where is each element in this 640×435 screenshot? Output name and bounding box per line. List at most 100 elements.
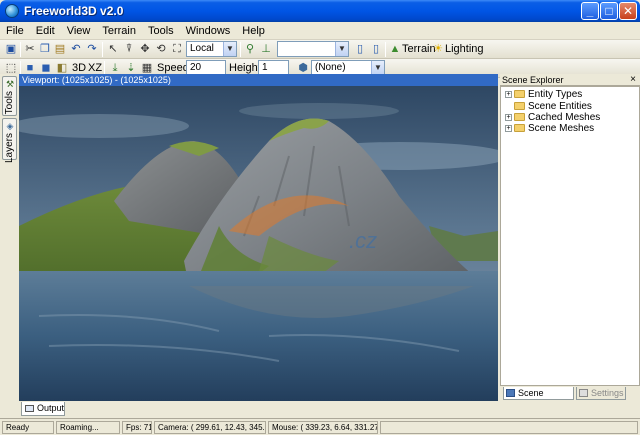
scene-explorer-icon [506,389,515,397]
layer-icon: ⬢ [298,62,308,74]
tree-item-label: Scene Meshes [528,123,595,134]
tab-layers[interactable]: ◈ Layers [2,118,17,164]
main-toolbar: ▣ ✂ ❐ ▤ ↶ ↷ ↖ ⍒ ✥ ⟲ ⛶ Local ▼ ⚲ ⊥ ▼ ▯ ▯ … [0,40,640,59]
menu-windows[interactable]: Windows [180,22,237,40]
terrain-scene: .cz [19,86,498,401]
close-icon[interactable]: × [630,74,636,86]
chevron-down-icon[interactable]: ▼ [335,42,348,56]
tab-settings-label: Settings [591,388,624,398]
menu-tools[interactable]: Tools [142,22,180,40]
scene-explorer-header: Scene Explorer × [500,74,640,86]
cube-textured-icon[interactable]: ◧ [55,61,69,75]
coord-space-value: Local [190,43,214,54]
tab-tools-label: Tools [4,91,15,115]
tree-item-label: Scene Entities [528,101,592,112]
menu-edit[interactable]: Edit [30,22,61,40]
snap-icon[interactable]: ⚲ [243,42,257,56]
minimize-button[interactable]: _ [581,2,599,20]
pick-icon[interactable]: ⍒ [122,42,136,56]
tools-icon: ⚒ [5,79,15,89]
status-camera: Camera: ( 299.61, 12.43, 345.90 ) [154,421,266,434]
cut-icon[interactable]: ✂ [23,42,37,56]
undo-icon[interactable]: ↶ [69,42,83,56]
redo-icon[interactable]: ↷ [85,42,99,56]
tab-output[interactable]: Output [21,402,65,416]
move-icon[interactable]: ✥ [138,42,152,56]
scene-explorer-tab-strip: Scene Explorer Settings [500,386,640,410]
status-bar: Ready Roaming... Fps: 71 Camera: ( 299.6… [0,418,640,435]
mode-xz-button[interactable]: XZ [88,62,102,74]
folder-icon [514,90,525,98]
menu-bar: File Edit View Terrain Tools Windows Help [0,22,640,40]
object-select[interactable]: ▼ [277,41,349,57]
tab-settings[interactable]: Settings [576,387,626,400]
left-tab-strip: ⚒ Tools ◈ Layers [0,74,19,418]
expand-icon[interactable]: + [505,125,512,132]
toolbar-separator [20,42,21,57]
copy-icon[interactable]: ❐ [38,42,52,56]
lighting-label[interactable]: Lighting [445,43,484,55]
expand-icon[interactable]: + [505,91,512,98]
folder-icon [514,113,525,121]
raise-icon[interactable]: ⤓ [108,61,122,75]
menu-view[interactable]: View [61,22,97,40]
mode-3d-button[interactable]: 3D [72,62,86,74]
output-tab-strip: Output [19,401,640,418]
maximize-button[interactable]: □ [600,2,618,20]
camera-icon[interactable]: ▦ [140,61,154,75]
window-title: Freeworld3D v2.0 [24,4,124,18]
coord-space-select[interactable]: Local ▼ [186,41,237,57]
viewport-header: Viewport: (1025x1025) - (1025x1025) [19,74,498,86]
layers-icon: ◈ [6,121,14,131]
toolbar-separator [385,42,386,57]
ground-icon[interactable]: ⊥ [259,42,273,56]
terrain-icon[interactable]: ▲ [388,42,402,56]
menu-terrain[interactable]: Terrain [96,22,142,40]
cube-wire-icon[interactable]: ⬚ [4,61,18,75]
chevron-down-icon[interactable]: ▼ [371,61,384,75]
folder-icon [514,102,525,110]
menu-file[interactable]: File [0,22,30,40]
watermark-text: .cz [349,228,377,253]
page-icon[interactable]: ▯ [369,42,383,56]
lower-icon[interactable]: ⇣ [124,61,138,75]
close-button[interactable]: ✕ [619,2,637,20]
folder-icon [514,124,525,132]
output-window-icon [25,405,34,412]
status-mode: Roaming... [56,421,120,434]
expand-icon[interactable]: + [505,114,512,121]
cube-icon[interactable]: ■ [23,61,37,75]
chevron-down-icon[interactable]: ▼ [223,42,236,56]
page-icon[interactable]: ▯ [353,42,367,56]
scene-explorer-title: Scene Explorer [502,75,564,85]
paste-icon[interactable]: ▤ [53,42,67,56]
lighting-sun-icon[interactable]: ☀ [431,42,445,56]
settings-icon [579,389,588,397]
select-arrow-icon[interactable]: ↖ [106,42,120,56]
height-label: Height [229,62,261,74]
status-ready: Ready [2,421,54,434]
toolbar-separator [102,42,103,57]
3d-viewport[interactable]: .cz [19,86,498,401]
speed-label: Speed [157,62,189,74]
scale-icon[interactable]: ⛶ [170,42,184,56]
app-globe-icon [5,4,19,18]
cube-solid-icon[interactable]: ◼ [39,61,53,75]
tree-item[interactable]: + Entity Types [505,89,582,101]
rotate-icon[interactable]: ⟲ [154,42,168,56]
menu-help[interactable]: Help [236,22,271,40]
tab-scene-explorer[interactable]: Scene Explorer [503,387,574,410]
tab-output-label: Output [37,403,65,413]
title-bar: Freeworld3D v2.0 _ □ ✕ [0,0,640,22]
scene-explorer-tree: + Entity Types Scene Entities + Cached Mes… [500,86,640,386]
tree-item-label: Cached Meshes [528,112,601,123]
save-icon[interactable]: ▣ [4,42,18,56]
status-fps: Fps: 71 [122,421,152,434]
status-empty [380,421,638,434]
layer-select-value: (None) [315,62,346,73]
tab-tools[interactable]: ⚒ Tools [2,76,17,116]
tab-layers-label: Layers [4,133,15,164]
tree-item-label: Entity Types [528,89,583,100]
tree-item[interactable]: + Scene Meshes [505,123,594,135]
